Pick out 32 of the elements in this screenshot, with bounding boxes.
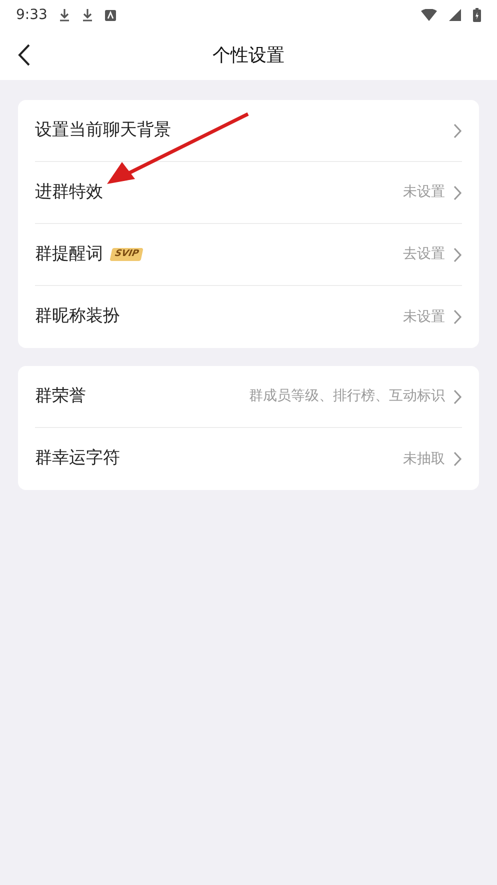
row-label: 群昵称装扮: [35, 305, 120, 328]
row-value: 去设置: [403, 245, 445, 264]
battery-icon: [473, 8, 481, 22]
row-label: 进群特效: [35, 180, 103, 204]
chevron-icon: [453, 309, 462, 325]
row-value: 未抽取: [403, 450, 445, 468]
page-title: 个性设置: [212, 44, 284, 68]
back-icon: [18, 44, 30, 66]
status-time: 9:33: [16, 6, 48, 24]
signal-icon: [449, 9, 461, 21]
notification-icon: [105, 10, 116, 20]
svip-badge: SVIP: [110, 248, 144, 261]
row-value: 未设置: [403, 183, 445, 202]
chevron-icon: [453, 122, 462, 138]
chevron-icon: [453, 184, 462, 200]
settings-row[interactable]: 群提醒词 SVIP 去设置: [35, 224, 462, 286]
row-label: 群荣誉: [35, 384, 86, 408]
chevron-icon: [453, 246, 462, 262]
wifi-icon: [421, 9, 437, 21]
chevron-icon: [453, 388, 462, 404]
settings-row[interactable]: 群昵称装扮 未设置: [35, 286, 462, 348]
chevron-icon: [453, 451, 462, 467]
download-icon: [82, 8, 94, 22]
row-label: 设置当前聊天背景: [35, 118, 171, 142]
settings-row[interactable]: 设置当前聊天背景: [35, 100, 462, 162]
row-value: 群成员等级、排行榜、互动标识: [249, 387, 445, 406]
settings-row[interactable]: 群荣誉 群成员等级、排行榜、互动标识: [35, 366, 462, 428]
download-icon: [59, 8, 70, 22]
settings-row[interactable]: 群幸运字符 未抽取: [35, 428, 462, 490]
row-label: 群提醒词: [35, 242, 103, 266]
row-value: 未设置: [403, 308, 445, 326]
row-label: 群幸运字符: [35, 447, 120, 470]
